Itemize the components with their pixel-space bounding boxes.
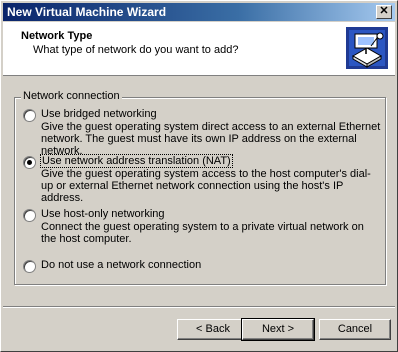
- close-button[interactable]: ✕: [376, 5, 392, 19]
- option-nat-description: Give the guest operating system access t…: [41, 168, 371, 204]
- option-bridged-description: Give the guest operating system direct a…: [41, 121, 381, 157]
- network-connection-group: Network connection Use bridged networkin…: [14, 90, 386, 285]
- group-legend: Network connection: [21, 90, 122, 102]
- window-title: New Virtual Machine Wizard: [7, 5, 167, 19]
- page-title: Network Type: [21, 30, 93, 42]
- back-button[interactable]: < Back: [177, 319, 249, 340]
- wizard-window: New Virtual Machine Wizard ✕ Network Typ…: [0, 0, 398, 352]
- close-icon: ✕: [379, 5, 389, 17]
- radio-host-only[interactable]: [23, 209, 36, 222]
- next-button[interactable]: Next >: [241, 318, 315, 341]
- radio-no-network[interactable]: [23, 260, 36, 273]
- title-bar[interactable]: New Virtual Machine Wizard ✕: [3, 3, 395, 21]
- network-wizard-icon: [346, 27, 388, 69]
- option-host-only-description: Connect the guest operating system to a …: [41, 221, 364, 245]
- button-separator: [3, 306, 395, 308]
- page-subtitle: What type of network do you want to add?: [33, 44, 239, 56]
- option-nat-label[interactable]: Use network address translation (NAT): [40, 154, 233, 168]
- option-host-only-label[interactable]: Use host-only networking: [41, 208, 165, 220]
- wizard-header: Network Type What type of network do you…: [3, 22, 395, 76]
- radio-nat[interactable]: [23, 156, 36, 169]
- radio-bridged[interactable]: [23, 109, 36, 122]
- cancel-button[interactable]: Cancel: [319, 319, 391, 340]
- option-bridged-label[interactable]: Use bridged networking: [41, 108, 157, 120]
- option-no-network-label[interactable]: Do not use a network connection: [41, 259, 201, 271]
